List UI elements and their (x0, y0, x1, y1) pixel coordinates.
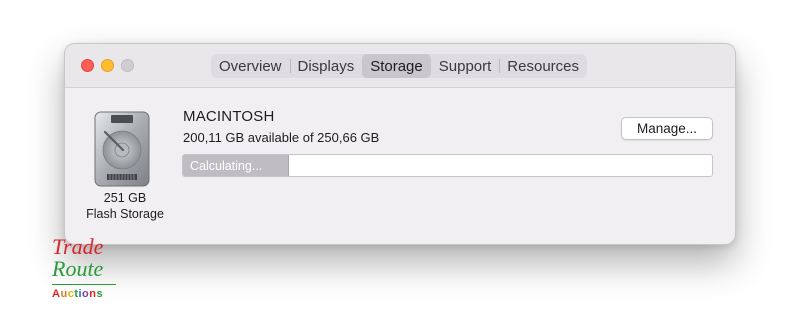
logo-word-trade: Trade (52, 234, 104, 259)
tab-displays[interactable]: Displays (289, 54, 363, 78)
hard-drive-icon (94, 111, 150, 187)
disk-capacity-label: 251 GB (103, 191, 147, 205)
tab-bar: Overview Displays Storage Support Resour… (211, 54, 587, 78)
logo-letter: c (67, 288, 75, 300)
window-titlebar: Overview Displays Storage Support Resour… (65, 44, 735, 88)
logo-letter: o (82, 288, 90, 300)
trade-route-auctions-logo: Trade Route Auctions (46, 236, 126, 306)
logo-word-route: Route (52, 256, 104, 281)
about-this-mac-window: Overview Displays Storage Support Resour… (64, 43, 736, 245)
volume-availability: 200,11 GB available of 250,66 GB (183, 130, 380, 145)
volume-name: MACINTOSH (183, 108, 275, 125)
logo-letter: s (96, 288, 104, 300)
screenshot-stage: Overview Displays Storage Support Resour… (0, 0, 800, 329)
manage-button[interactable]: Manage... (621, 117, 713, 140)
logo-word-auctions: Auctions (52, 288, 103, 300)
storage-status-label: Calculating... (190, 159, 263, 173)
logo-letter: n (89, 288, 97, 300)
logo-divider (52, 284, 116, 285)
tab-support[interactable]: Support (431, 54, 500, 78)
storage-usage-bar: Calculating... (182, 154, 713, 177)
logo-letter: A (52, 288, 61, 300)
logo-letter: u (60, 288, 68, 300)
close-window-button[interactable] (81, 59, 94, 72)
minimize-window-button[interactable] (101, 59, 114, 72)
disk-type-label: Flash Storage (86, 207, 164, 221)
tab-resources[interactable]: Resources (499, 54, 587, 78)
tab-storage[interactable]: Storage (362, 54, 431, 78)
zoom-window-button[interactable] (121, 59, 134, 72)
tab-overview[interactable]: Overview (211, 54, 290, 78)
